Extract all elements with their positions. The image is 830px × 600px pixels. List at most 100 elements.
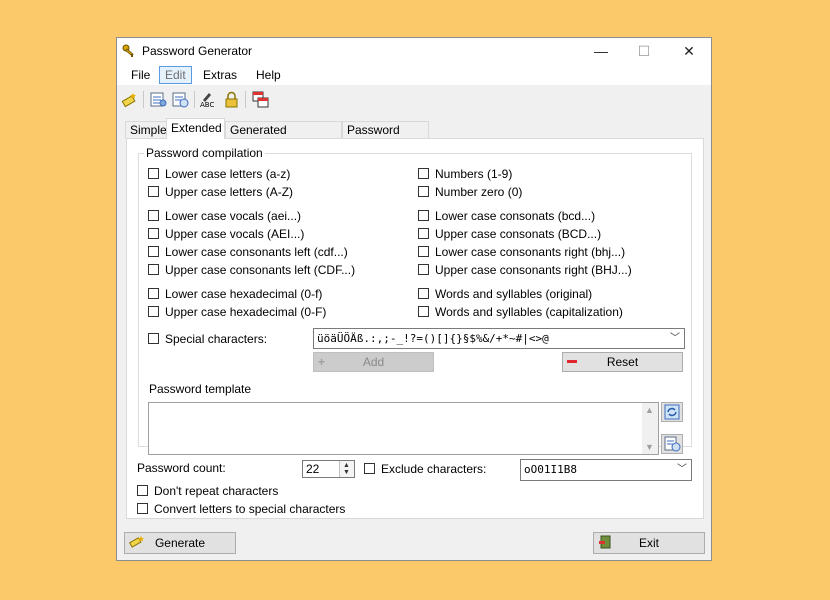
checkbox-lower-hexadecimal[interactable]: Lower case hexadecimal (0-f) xyxy=(148,287,322,302)
checkbox-upper-consonants-right[interactable]: Upper case consonants right (BHJ...) xyxy=(418,263,632,278)
checkbox-lower-case-vocals[interactable]: Lower case vocals (aei...) xyxy=(148,209,301,224)
svg-text:ABC: ABC xyxy=(200,101,214,108)
checkbox-convert-letters[interactable]: Convert letters to special characters xyxy=(137,502,345,517)
checkbox[interactable] xyxy=(148,333,159,345)
exit-button-label: Exit xyxy=(638,536,659,550)
scroll-up-icon[interactable]: ▲ xyxy=(645,405,654,415)
checkbox[interactable] xyxy=(418,228,429,240)
tab-extended[interactable]: Extended xyxy=(166,118,225,139)
checkbox[interactable] xyxy=(148,288,159,300)
password-template-input[interactable]: ▲ ▼ xyxy=(148,402,659,455)
checkbox[interactable] xyxy=(418,210,429,222)
checkbox[interactable] xyxy=(148,210,159,222)
checkbox-special-characters[interactable]: Special characters: xyxy=(148,332,267,347)
checkbox[interactable] xyxy=(418,168,429,180)
extended-panel: Password compilation Lower case letters … xyxy=(126,138,704,519)
scrollbar[interactable]: ▲ ▼ xyxy=(642,403,658,454)
password-template-label: Password template xyxy=(149,382,252,396)
checkbox-label: Upper case consonants right (BHJ...) xyxy=(435,263,632,277)
group-label: Password compilation xyxy=(144,146,265,160)
checkbox-dont-repeat[interactable]: Don't repeat characters xyxy=(137,484,278,499)
tab-simple[interactable]: Simple xyxy=(125,121,167,138)
menu-edit[interactable]: Edit xyxy=(159,66,192,84)
checkbox-lower-consonants-right[interactable]: Lower case consonants right (bhj...) xyxy=(418,245,625,260)
exit-door-icon xyxy=(599,535,611,549)
close-button[interactable]: ✕ xyxy=(666,38,712,65)
checkbox-numbers[interactable]: Numbers (1-9) xyxy=(418,167,512,182)
checkbox[interactable] xyxy=(137,503,148,515)
template-list-button[interactable] xyxy=(661,434,683,454)
checkbox[interactable] xyxy=(148,186,159,198)
wand-icon[interactable] xyxy=(121,91,138,108)
checkbox-label: Lower case consonats (bcd...) xyxy=(435,209,596,223)
checkbox[interactable] xyxy=(148,264,159,276)
copy-windows-icon[interactable] xyxy=(252,91,269,108)
checkbox[interactable] xyxy=(364,463,375,475)
list-icon[interactable] xyxy=(150,91,167,108)
checkbox[interactable] xyxy=(148,306,159,318)
tab-bar: Simple Extended Generated passwords Pass… xyxy=(117,118,711,154)
checkbox-upper-consonats[interactable]: Upper case consonats (BCD...) xyxy=(418,227,601,242)
checkbox-upper-hexadecimal[interactable]: Upper case hexadecimal (0-F) xyxy=(148,305,326,320)
checkbox-upper-case-vocals[interactable]: Upper case vocals (AEI...) xyxy=(148,227,304,242)
window-title: Password Generator xyxy=(142,44,253,58)
checkbox[interactable] xyxy=(418,246,429,258)
checkbox-upper-case-letters[interactable]: Upper case letters (A-Z) xyxy=(148,185,293,200)
tab-password-check[interactable]: Password check xyxy=(342,121,429,154)
spell-check-icon[interactable]: ABC xyxy=(200,91,217,108)
password-compilation-group: Password compilation Lower case letters … xyxy=(138,146,692,455)
checkbox[interactable] xyxy=(418,186,429,198)
checkbox[interactable] xyxy=(148,228,159,240)
checkbox-label: Upper case vocals (AEI...) xyxy=(165,227,305,241)
checkbox-lower-consonats[interactable]: Lower case consonats (bcd...) xyxy=(418,209,595,224)
toolbar: ABC xyxy=(117,86,711,112)
spin-up-icon[interactable]: ▲ xyxy=(343,462,350,469)
plus-icon: + xyxy=(318,355,326,369)
menu-file[interactable]: File xyxy=(126,67,155,83)
menu-extras[interactable]: Extras xyxy=(198,67,242,83)
checkbox[interactable] xyxy=(148,246,159,258)
lock-icon[interactable] xyxy=(223,91,240,108)
special-characters-combo[interactable]: üöäÜÖÄß.:,;-_!?=()[]{}§$%&/+*~#|<>@ ﹀ xyxy=(313,328,685,349)
tab-generated-passwords[interactable]: Generated passwords xyxy=(225,121,342,154)
checkbox-label: Upper case consonants left (CDF...) xyxy=(165,263,356,277)
spin-down-icon[interactable]: ▼ xyxy=(343,469,350,476)
refresh-template-button[interactable] xyxy=(661,402,683,422)
list-refresh-icon[interactable] xyxy=(172,91,189,108)
checkbox-label: Upper case hexadecimal (0-F) xyxy=(165,305,327,319)
reset-button[interactable]: Reset xyxy=(562,352,683,372)
checkbox-exclude-characters[interactable]: Exclude characters: xyxy=(364,462,486,477)
checkbox[interactable] xyxy=(148,168,159,180)
scroll-down-icon[interactable]: ▼ xyxy=(645,442,654,452)
exclude-characters-combo[interactable]: oO01I1B8 ﹀ xyxy=(520,459,692,481)
checkbox-label: Lower case vocals (aei...) xyxy=(165,209,302,223)
chevron-down-icon[interactable]: ﹀ xyxy=(670,329,680,348)
minimize-button[interactable]: — xyxy=(578,38,624,65)
generate-button-label: Generate xyxy=(154,536,206,550)
exit-button[interactable]: Exit xyxy=(593,532,705,554)
checkbox-label: Words and syllables (capitalization) xyxy=(435,305,623,319)
checkbox-upper-consonants-left[interactable]: Upper case consonants left (CDF...) xyxy=(148,263,355,278)
generate-button[interactable]: Generate xyxy=(124,532,236,554)
password-count-spinner[interactable]: 22 ▲ ▼ xyxy=(302,460,355,478)
reset-button-label: Reset xyxy=(606,355,639,369)
checkbox-words-original[interactable]: Words and syllables (original) xyxy=(418,287,592,302)
checkbox-number-zero[interactable]: Number zero (0) xyxy=(418,185,522,200)
checkbox-lower-consonants-left[interactable]: Lower case consonants left (cdf...) xyxy=(148,245,348,260)
chevron-down-icon[interactable]: ﹀ xyxy=(677,460,687,479)
checkbox-words-capitalization[interactable]: Words and syllables (capitalization) xyxy=(418,305,623,320)
spinner-arrows[interactable]: ▲ ▼ xyxy=(339,461,354,477)
checkbox-lower-case-letters[interactable]: Lower case letters (a-z) xyxy=(148,167,290,182)
checkbox-label: Upper case consonats (BCD...) xyxy=(435,227,602,241)
password-count-value: 22 xyxy=(306,462,320,476)
checkbox[interactable] xyxy=(137,485,148,497)
checkbox[interactable] xyxy=(418,264,429,276)
checkbox[interactable] xyxy=(418,306,429,318)
keys-icon xyxy=(122,44,134,57)
menu-help[interactable]: Help xyxy=(251,67,286,83)
add-button[interactable]: + Add xyxy=(313,352,434,372)
toolbar-separator xyxy=(245,91,246,108)
maximize-button[interactable]: ☐ xyxy=(621,38,667,65)
checkbox[interactable] xyxy=(418,288,429,300)
checkbox-label: Don't repeat characters xyxy=(154,484,279,498)
